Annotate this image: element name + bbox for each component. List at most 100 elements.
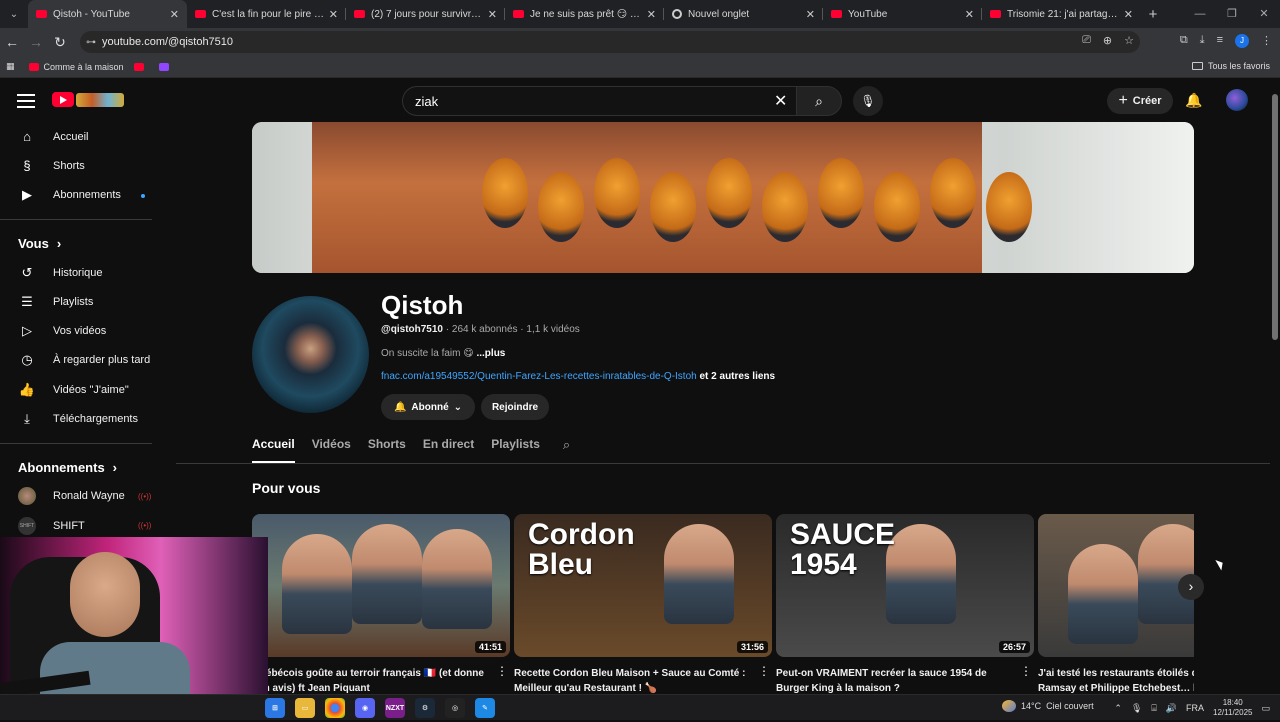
discord-icon[interactable]: ◉ bbox=[355, 698, 375, 718]
sidebar-item-downloads[interactable]: ⤓ Téléchargements bbox=[0, 404, 170, 433]
join-button[interactable]: Rejoindre bbox=[481, 394, 549, 420]
video-card[interactable]: SAUCE 1954 26:57 Peut-on VRAIMENT recrée… bbox=[776, 514, 1034, 694]
page-scrollbar[interactable] bbox=[1270, 80, 1280, 700]
nzxt-icon[interactable]: NZXT bbox=[385, 698, 405, 718]
tab-videos[interactable]: Vidéos bbox=[312, 437, 351, 463]
site-info-icon[interactable]: ⊶ bbox=[80, 37, 102, 48]
sidebar-you-header[interactable]: Vous › bbox=[0, 229, 170, 258]
back-icon[interactable]: ← bbox=[0, 34, 24, 50]
close-tab-icon[interactable]: ✕ bbox=[170, 8, 179, 21]
browser-tab[interactable]: Nouvel onglet ✕ bbox=[664, 0, 823, 28]
tab-search-icon[interactable]: ⌄ bbox=[0, 0, 28, 28]
subscribed-button[interactable]: 🔔 Abonné ⌄ bbox=[381, 394, 475, 420]
channel-description[interactable]: On suscite la faim 😋 ...plus bbox=[381, 348, 505, 359]
tab-playlists[interactable]: Playlists bbox=[491, 437, 540, 463]
reload-icon[interactable]: ↻ bbox=[48, 34, 72, 51]
create-button[interactable]: + Créer bbox=[1107, 88, 1173, 114]
new-tab-button[interactable]: + bbox=[1141, 6, 1165, 23]
video-title[interactable]: Recette Cordon Bleu Maison + Sauce au Co… bbox=[514, 666, 752, 694]
bookmark-item[interactable] bbox=[133, 62, 149, 71]
apps-grid-icon[interactable]: ▦ bbox=[6, 61, 15, 72]
next-arrow-button[interactable]: › bbox=[1178, 574, 1204, 600]
more-options-icon[interactable]: ⋮ bbox=[758, 664, 770, 678]
notifications-bell-icon[interactable]: 🔔 bbox=[1185, 92, 1202, 109]
notifications-icon[interactable]: ▭ bbox=[1261, 703, 1270, 714]
browser-tab[interactable]: Je ne suis pas prêt 😏 - YouTube ✕ bbox=[505, 0, 664, 28]
channel-link[interactable]: fnac.com/a19549552/Quentin-Farez-Les-rec… bbox=[381, 371, 697, 382]
browser-tab[interactable]: Trisomie 21: j'ai partagé leur qu ✕ bbox=[982, 0, 1141, 28]
video-thumbnail[interactable]: 41:51 bbox=[252, 514, 510, 657]
file-explorer-icon[interactable]: ▭ bbox=[295, 698, 315, 718]
bookmark-item[interactable] bbox=[158, 62, 174, 71]
close-tab-icon[interactable]: ✕ bbox=[647, 8, 656, 21]
bookmark-star-icon[interactable]: ☆ bbox=[1124, 34, 1134, 47]
extensions-icon[interactable]: ⧉ bbox=[1180, 34, 1188, 48]
video-card[interactable]: J'ai testé les restaurants étoilés de Go… bbox=[1038, 514, 1194, 694]
chrome-icon[interactable] bbox=[325, 698, 345, 718]
close-window-icon[interactable]: ✕ bbox=[1248, 0, 1280, 28]
close-tab-icon[interactable]: ✕ bbox=[806, 8, 815, 21]
sidebar-item-playlists[interactable]: ☰ Playlists bbox=[0, 287, 170, 316]
video-thumbnail[interactable]: Cordon Bleu 31:56 bbox=[514, 514, 772, 657]
downloads-icon[interactable]: ⤓ bbox=[1200, 34, 1205, 48]
browser-tab[interactable]: YouTube ✕ bbox=[823, 0, 982, 28]
close-tab-icon[interactable]: ✕ bbox=[1124, 8, 1133, 21]
video-title[interactable]: Peut-on VRAIMENT recréer la sauce 1954 d… bbox=[776, 666, 1014, 694]
clock[interactable]: 18:40 12/11/2025 bbox=[1213, 698, 1252, 718]
sidebar-item-history[interactable]: ↺ Historique bbox=[0, 258, 170, 287]
video-thumbnail[interactable]: SAUCE 1954 26:57 bbox=[776, 514, 1034, 657]
scrollbar-thumb[interactable] bbox=[1272, 94, 1278, 340]
browser-tab[interactable]: Qistoh - YouTube ✕ bbox=[28, 0, 187, 28]
video-card[interactable]: 41:51 Québécois goûte au terroir françai… bbox=[252, 514, 510, 694]
profile-avatar[interactable]: J bbox=[1235, 34, 1249, 48]
more-link[interactable]: ...plus bbox=[476, 348, 505, 359]
steam-icon[interactable]: ⚙ bbox=[415, 698, 435, 718]
search-button[interactable]: ⌕ bbox=[796, 86, 842, 116]
sidebar-item-shorts[interactable]: § Shorts bbox=[0, 151, 170, 180]
youtube-logo[interactable] bbox=[52, 92, 124, 107]
sidebar-item-liked-videos[interactable]: 👍 Vidéos "J'aime" bbox=[0, 375, 170, 404]
sidebar-item-subscriptions[interactable]: ▶ Abonnements bbox=[0, 181, 170, 210]
forward-icon[interactable]: → bbox=[24, 34, 48, 50]
chevron-up-icon[interactable]: ⌃ bbox=[1114, 703, 1122, 714]
restore-icon[interactable]: ❐ bbox=[1216, 0, 1248, 28]
browser-tab[interactable]: C'est la fin pour le pire mâle alp ✕ bbox=[187, 0, 346, 28]
close-tab-icon[interactable]: ✕ bbox=[965, 8, 974, 21]
channel-avatar[interactable] bbox=[252, 296, 369, 413]
sidebar-subscription[interactable]: Ronald Wayne ((•)) bbox=[0, 482, 170, 511]
network-icon[interactable]: ⌸ bbox=[1151, 703, 1156, 714]
install-app-icon[interactable]: ⎚ bbox=[1082, 34, 1091, 47]
address-bar[interactable]: ⊶ youtube.com/@qistoh7510 ⎚ ⊕ ☆ bbox=[80, 31, 1140, 53]
minimize-icon[interactable]: — bbox=[1184, 0, 1216, 28]
browser-tab[interactable]: (2) 7 jours pour survivre en Jun ✕ bbox=[346, 0, 505, 28]
microphone-icon[interactable]: 🎙 bbox=[1131, 703, 1142, 714]
tab-shorts[interactable]: Shorts bbox=[368, 437, 406, 463]
sidebar-item-your-videos[interactable]: ▷ Vos vidéos bbox=[0, 316, 170, 345]
language-indicator[interactable]: FRA bbox=[1186, 703, 1204, 713]
zoom-icon[interactable]: ⊕ bbox=[1103, 34, 1112, 47]
media-icon[interactable]: ≡ bbox=[1217, 34, 1223, 48]
close-tab-icon[interactable]: ✕ bbox=[329, 8, 338, 21]
tab-live[interactable]: En direct bbox=[423, 437, 474, 463]
volume-icon[interactable]: 🔊 bbox=[1166, 703, 1177, 714]
menu-icon[interactable]: ⋮ bbox=[1261, 34, 1272, 48]
more-options-icon[interactable]: ⋮ bbox=[496, 664, 508, 678]
sidebar-subscription[interactable]: SHIFT SHIFT ((•)) bbox=[0, 511, 170, 540]
clear-search-icon[interactable]: ✕ bbox=[774, 91, 787, 111]
sidebar-item-watch-later[interactable]: ◷ À regarder plus tard bbox=[0, 346, 170, 375]
close-tab-icon[interactable]: ✕ bbox=[488, 8, 497, 21]
hamburger-menu-icon[interactable] bbox=[17, 94, 35, 112]
weather-widget[interactable]: 14°C Ciel couvert bbox=[1002, 700, 1094, 712]
sidebar-item-home[interactable]: ⌂ Accueil bbox=[0, 122, 170, 151]
more-options-icon[interactable]: ⋮ bbox=[1020, 664, 1032, 678]
voice-search-button[interactable]: 🎙 bbox=[853, 86, 883, 116]
app-icon[interactable]: ✎ bbox=[475, 698, 495, 718]
sidebar-subscriptions-header[interactable]: Abonnements › bbox=[0, 453, 170, 482]
obs-icon[interactable]: ◎ bbox=[445, 698, 465, 718]
video-card[interactable]: Cordon Bleu 31:56 Recette Cordon Bleu Ma… bbox=[514, 514, 772, 694]
search-input[interactable] bbox=[402, 86, 796, 116]
video-thumbnail[interactable] bbox=[1038, 514, 1194, 657]
all-bookmarks[interactable]: Tous les favoris bbox=[1191, 61, 1270, 71]
tab-home[interactable]: Accueil bbox=[252, 437, 295, 463]
other-links[interactable]: et 2 autres liens bbox=[700, 371, 776, 382]
